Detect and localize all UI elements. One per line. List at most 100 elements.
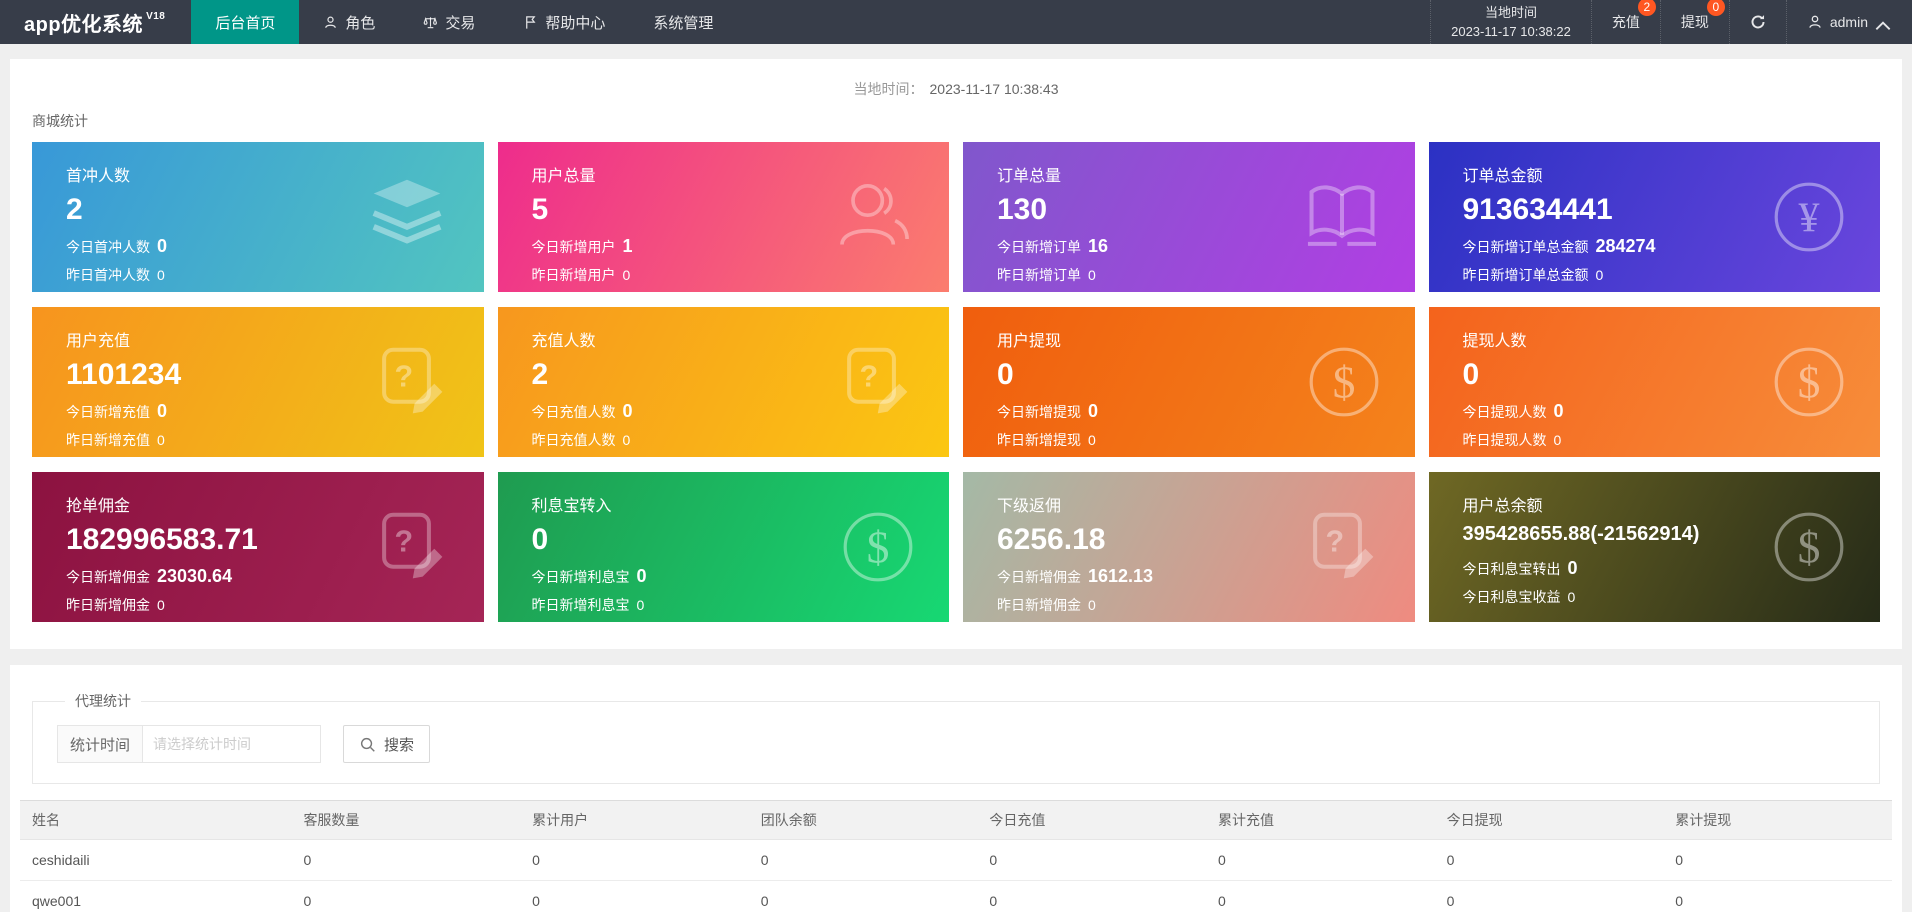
withdraw-nav-item[interactable]: 提现 0 xyxy=(1659,0,1729,44)
agent-value-cell: 0 xyxy=(291,839,521,881)
card-yesterday-line: 昨日新增利息宝 0 xyxy=(532,595,950,615)
recharge-badge: 2 xyxy=(1637,0,1656,16)
card-yesterday-line: 今日利息宝收益 0 xyxy=(1463,587,1881,607)
card-today-value: 1 xyxy=(622,235,633,256)
card-today-value: 0 xyxy=(157,400,168,421)
agent-value-cell: 0 xyxy=(1434,839,1664,881)
withdraw-label: 提现 xyxy=(1680,14,1709,30)
agent-value-cell: 0 xyxy=(1663,880,1892,912)
card-today-label: 今日提现人数 xyxy=(1462,403,1547,420)
page-time-label: 当地时间： xyxy=(853,81,924,97)
card-yesterday-value: 0 xyxy=(636,596,645,613)
agent-table-body: ceshidaili 0 0 0 0 0 0 0 qwe001 0 0 0 0 0 0 0 xyxy=(20,839,1892,912)
card-yesterday-label: 昨日新增订单总金额 xyxy=(1462,266,1589,283)
card-value: 6256.18 xyxy=(997,523,1106,556)
card-today-value: 0 xyxy=(1553,400,1564,421)
header-row: 姓名 客服数量 累计用户 团队余额 今日充值 累计充值 今日提现 累计提现 xyxy=(20,800,1892,840)
agent-value-cell: 0 xyxy=(977,839,1206,881)
card-today-label: 今日新增充值 xyxy=(66,403,150,420)
nav-item-label: 系统管理 xyxy=(653,14,714,32)
card-today-label: 今日利息宝转出 xyxy=(1462,561,1561,577)
card-today-value: 23030.64 xyxy=(157,565,233,586)
agent-filter-row: 统计时间 搜索 xyxy=(57,725,1879,763)
agent-table: 姓名 客服数量 累计用户 团队余额 今日充值 累计充值 今日提现 累计提现 ceshidail… xyxy=(20,800,1892,912)
card-today-label: 今日新增佣金 xyxy=(997,568,1081,585)
person-icon xyxy=(1807,14,1823,30)
card-today-label: 今日新增订单 xyxy=(997,238,1081,255)
card-today-line: 今日新增佣金 1612.13 xyxy=(997,566,1415,587)
refresh-icon xyxy=(1750,14,1766,30)
card-value: 0 xyxy=(997,358,1014,391)
card-yesterday-value: 0 xyxy=(1567,589,1576,605)
agent-value-cell: 0 xyxy=(748,880,978,912)
column-header-3: 累计用户 xyxy=(520,800,749,840)
card-today-label: 今日充值人数 xyxy=(531,403,616,420)
nav-item-label: 角色 xyxy=(345,14,376,32)
card-today-line: 今日充值人数 0 xyxy=(532,401,950,422)
card-today-value: 0 xyxy=(636,565,647,586)
card-today-label: 今日新增提现 xyxy=(997,403,1081,420)
refresh-button[interactable] xyxy=(1728,0,1786,44)
card-today-label: 今日新增佣金 xyxy=(66,568,150,585)
stat-time-input[interactable] xyxy=(143,725,322,763)
card-yesterday-label: 昨日新增充值 xyxy=(66,431,150,448)
card-yesterday-label: 昨日新增利息宝 xyxy=(531,596,630,613)
card-yesterday-label: 昨日首冲人数 xyxy=(66,266,150,283)
agent-value-cell: 0 xyxy=(520,839,749,881)
nav-item-5[interactable]: 系统管理 xyxy=(629,0,737,44)
card-yesterday-value: 0 xyxy=(1553,431,1562,448)
card-yesterday-label: 昨日新增订单 xyxy=(997,266,1081,283)
card-today-line: 今日新增佣金 23030.64 xyxy=(66,566,484,587)
card-yesterday-value: 0 xyxy=(157,596,165,613)
admin-menu[interactable]: admin xyxy=(1785,0,1912,44)
local-time-value: 2023-11-17 10:38:22 xyxy=(1451,24,1571,39)
agent-value-cell: 0 xyxy=(977,880,1206,912)
page-time-value: 2023-11-17 10:38:43 xyxy=(929,81,1059,97)
card-yesterday-label: 昨日充值人数 xyxy=(531,431,616,448)
card-yesterday-line: 昨日充值人数 0 xyxy=(532,430,950,450)
card-yesterday-line: 昨日新增提现 0 xyxy=(997,430,1415,450)
search-button[interactable]: 搜索 xyxy=(343,725,431,763)
nav-item-2[interactable]: 角色 xyxy=(299,0,399,44)
card-body: 订单总量 130 今日新增订单 16 昨日新增订单 0 xyxy=(963,142,1415,285)
card-today-label: 今日新增用户 xyxy=(531,238,616,255)
nav-item-3[interactable]: 交易 xyxy=(399,0,499,44)
page-local-time: 当地时间： 2023-11-17 10:38:43 xyxy=(10,59,1902,99)
card-value: 0 xyxy=(1462,358,1480,391)
nav-item-label: 交易 xyxy=(445,14,476,32)
top-navbar: app优化系统 V18 后台首页 角色 交易 帮助中心 系统管理 当地时间 2023-1… xyxy=(0,0,1912,44)
app-version: V18 xyxy=(146,10,166,22)
stat-card-1: 首冲人数 2 今日首冲人数 0 昨日首冲人数 0 xyxy=(32,142,484,292)
card-title: 提现人数 xyxy=(1462,333,1527,350)
card-yesterday-label: 昨日新增用户 xyxy=(531,266,616,283)
card-today-value: 284274 xyxy=(1595,235,1656,256)
card-today-value: 0 xyxy=(1567,558,1578,578)
card-title: 利息宝转入 xyxy=(531,498,612,515)
card-title: 用户总量 xyxy=(531,168,596,185)
app-title: app优化系统 xyxy=(24,13,144,36)
agent-table-head: 姓名 客服数量 累计用户 团队余额 今日充值 累计充值 今日提现 累计提现 xyxy=(20,800,1892,840)
nav-item-1[interactable]: 后台首页 xyxy=(191,0,300,44)
recharge-nav-item[interactable]: 充值 2 xyxy=(1590,0,1660,44)
agent-value-cell: 0 xyxy=(1206,839,1435,881)
card-value: 0 xyxy=(531,523,549,556)
card-body: 充值人数 2 今日充值人数 0 昨日充值人数 0 xyxy=(498,307,950,450)
local-time-block: 当地时间 2023-11-17 10:38:22 xyxy=(1430,0,1591,44)
stat-card-11: 下级返佣 6256.18 今日新增佣金 1612.13 昨日新增佣金 0? xyxy=(963,472,1415,622)
card-body: 下级返佣 6256.18 今日新增佣金 1612.13 昨日新增佣金 0 xyxy=(963,472,1415,615)
card-value: 182996583.71 xyxy=(66,523,258,556)
card-today-value: 0 xyxy=(622,400,633,421)
card-yesterday-label: 昨日新增佣金 xyxy=(997,596,1081,613)
main-menu: 后台首页 角色 交易 帮助中心 系统管理 xyxy=(191,0,737,44)
card-title: 订单总金额 xyxy=(1462,168,1543,185)
card-yesterday-line: 昨日新增用户 0 xyxy=(532,265,950,285)
card-today-label: 今日新增订单总金额 xyxy=(1462,238,1589,255)
nav-item-4[interactable]: 帮助中心 xyxy=(499,0,629,44)
card-today-value: 1612.13 xyxy=(1088,565,1154,586)
card-today-line: 今日提现人数 0 xyxy=(1463,401,1881,422)
card-yesterday-value: 0 xyxy=(1088,596,1096,613)
card-today-line: 今日新增充值 0 xyxy=(66,401,484,422)
column-header-1: 姓名 xyxy=(20,800,292,840)
agent-stats-panel: 代理统计 统计时间 搜索 姓名客服数量累计用户团队余额今日充值累计充值今日提现累… xyxy=(10,665,1902,912)
card-title: 下级返佣 xyxy=(997,498,1062,515)
